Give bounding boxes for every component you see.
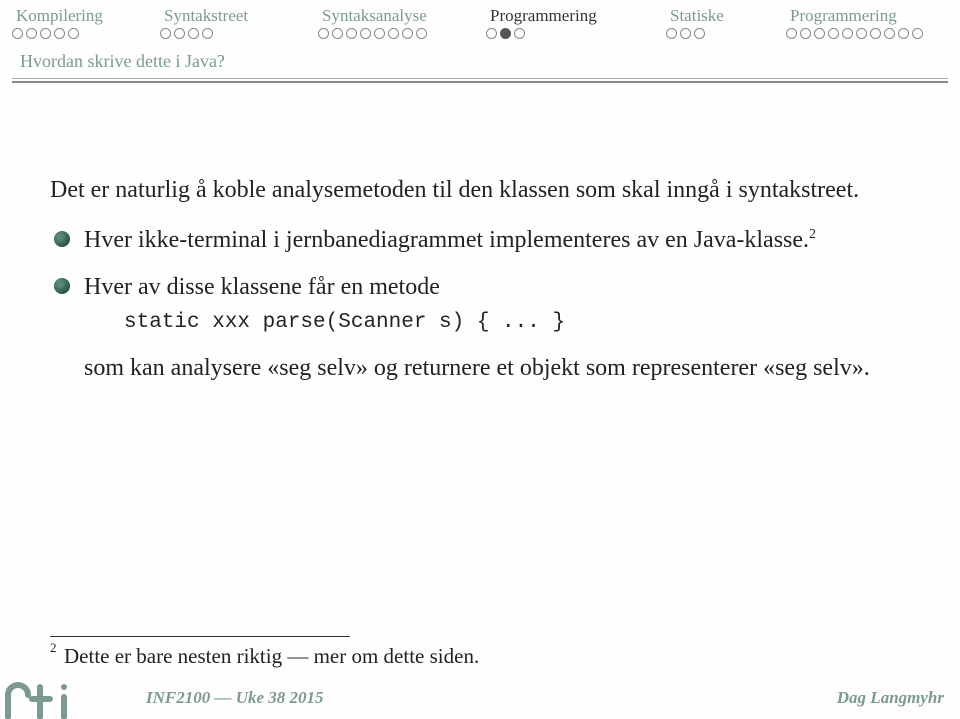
progress-group-4 [666,28,786,39]
footnote: 2 Dette er bare nesten riktig — mer om d… [64,644,479,669]
progress-dot[interactable] [500,28,511,39]
nav-item-syntaksanalyse[interactable]: Syntaksanalyse [318,6,486,26]
progress-dot[interactable] [828,28,839,39]
progress-dot[interactable] [332,28,343,39]
slide-content: Det er naturlig å koble analysemetoden t… [0,84,960,384]
progress-dot[interactable] [680,28,691,39]
progress-dot[interactable] [318,28,329,39]
nav-sections: Kompilering Syntakstreet Syntaksanalyse … [0,0,960,26]
progress-dot[interactable] [346,28,357,39]
progress-dot[interactable] [486,28,497,39]
progress-dot[interactable] [40,28,51,39]
progress-dot[interactable] [514,28,525,39]
progress-group-3 [486,28,666,39]
bullet-2-after: som kan analysere «seg selv» og returner… [50,352,910,384]
progress-dot[interactable] [12,28,23,39]
slide-subtitle: Hvordan skrive dette i Java? [0,43,960,78]
nav-item-programmering-1[interactable]: Programmering [486,6,666,26]
progress-dot[interactable] [416,28,427,39]
footnote-number: 2 [50,640,57,656]
progress-dot[interactable] [870,28,881,39]
author-label: Dag Langmyhr [837,688,960,708]
progress-dot[interactable] [188,28,199,39]
progress-dot[interactable] [402,28,413,39]
progress-dot[interactable] [842,28,853,39]
progress-indicators [0,26,960,43]
nav-item-kompilering[interactable]: Kompilering [12,6,160,26]
progress-group-2 [318,28,486,39]
progress-group-5 [786,28,926,39]
progress-dot[interactable] [884,28,895,39]
footnote-rule [50,636,350,637]
progress-dot[interactable] [68,28,79,39]
nav-item-programmering-2[interactable]: Programmering [786,6,926,26]
progress-dot[interactable] [800,28,811,39]
progress-dot[interactable] [26,28,37,39]
progress-dot[interactable] [786,28,797,39]
progress-dot[interactable] [54,28,65,39]
progress-dot[interactable] [912,28,923,39]
progress-dot[interactable] [160,28,171,39]
intro-paragraph: Det er naturlig å koble analysemetoden t… [50,174,910,206]
nav-item-syntakstreet[interactable]: Syntakstreet [160,6,318,26]
progress-dot[interactable] [360,28,371,39]
progress-dot[interactable] [174,28,185,39]
bullet-2-text: Hver av disse klassene får en metode [84,274,440,300]
progress-dot[interactable] [666,28,677,39]
bullet-2-code: static xxx parse(Scanner s) { ... } [84,309,910,337]
footer: INF2100 — Uke 38 2015 Dag Langmyhr [0,677,960,719]
progress-dot[interactable] [388,28,399,39]
bullet-1-text: Hver ikke-terminal i jernbanediagrammet … [84,227,809,253]
progress-dot[interactable] [374,28,385,39]
progress-dot[interactable] [898,28,909,39]
course-label: INF2100 — Uke 38 2015 [140,688,837,708]
progress-dot[interactable] [814,28,825,39]
progress-dot[interactable] [856,28,867,39]
bullet-1-superscript: 2 [809,227,816,242]
progress-dot[interactable] [202,28,213,39]
nav-item-statiske[interactable]: Statiske [666,6,786,26]
bullet-1: Hver ikke-terminal i jernbanediagrammet … [50,224,910,256]
bullet-2: Hver av disse klassene får en metode sta… [50,271,910,338]
progress-group-1 [160,28,318,39]
footnote-text: Dette er bare nesten riktig — mer om det… [64,644,479,668]
progress-dot[interactable] [694,28,705,39]
progress-group-0 [12,28,160,39]
ifi-logo [0,677,140,719]
header-rule [12,78,948,84]
